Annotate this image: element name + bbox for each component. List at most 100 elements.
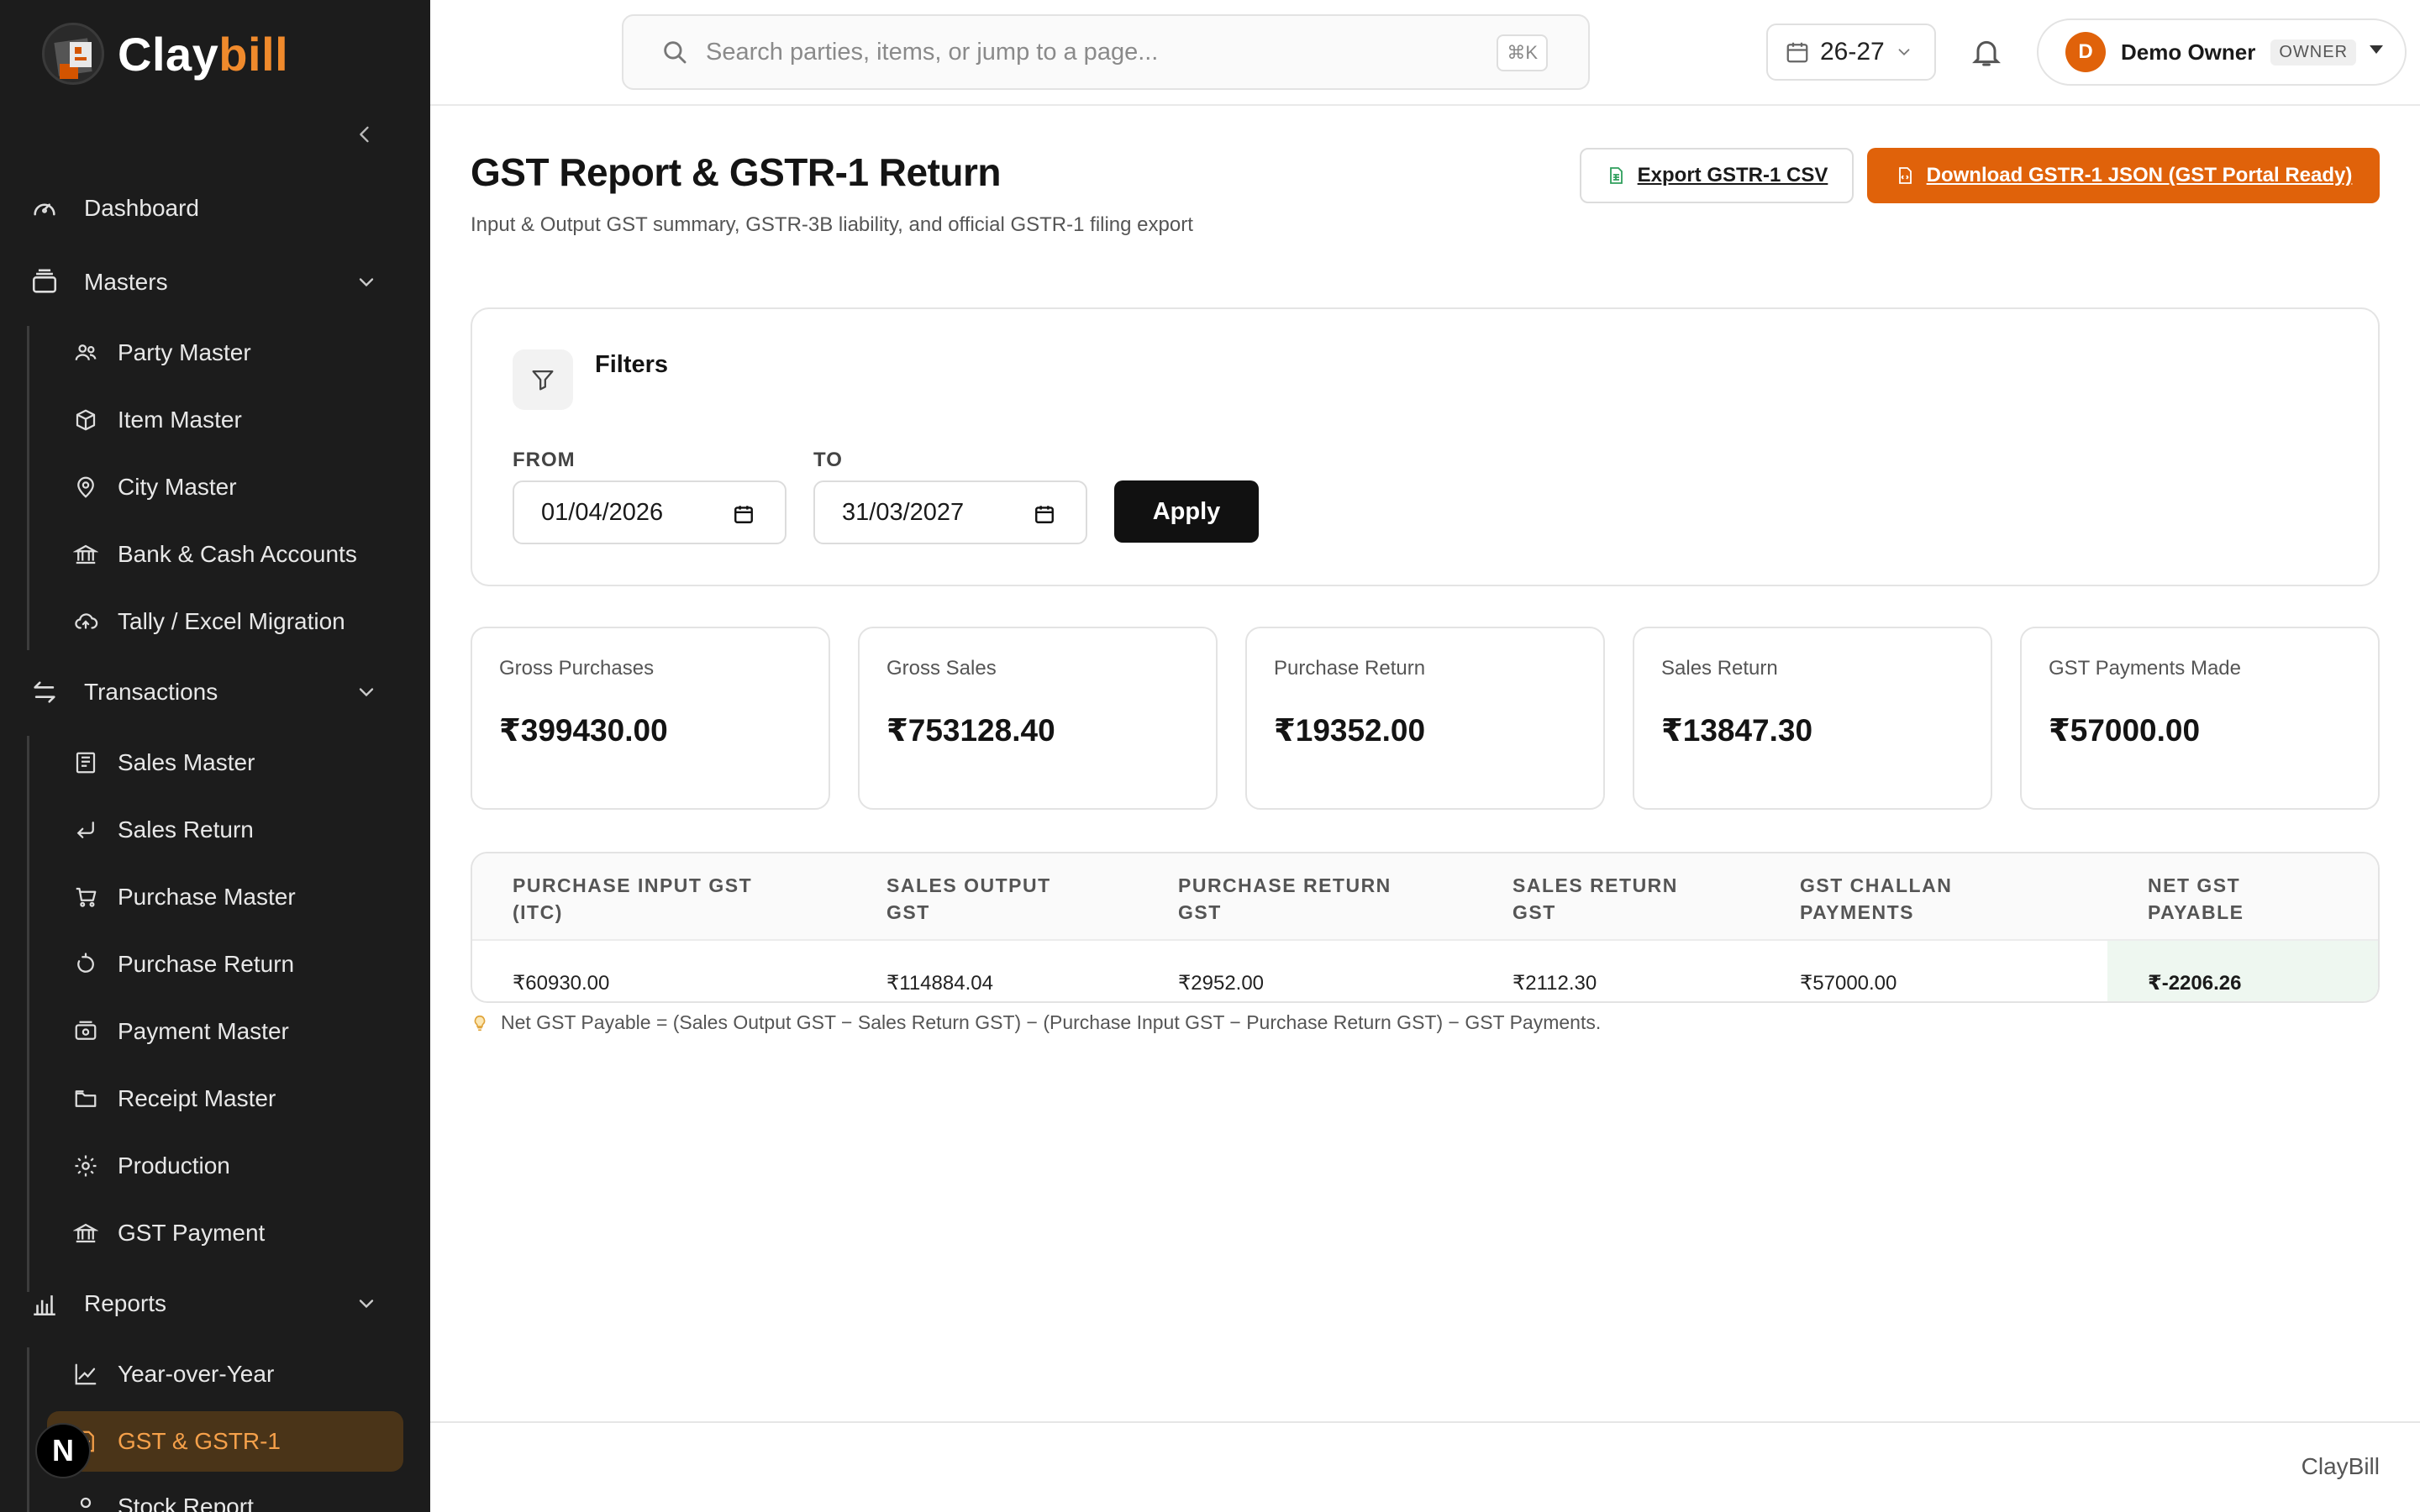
- sidebar-item-label: City Master: [118, 474, 237, 500]
- brand-name: Claybill: [118, 27, 288, 81]
- header-line: GST CHALLAN: [1800, 874, 1953, 896]
- sidebar-group-reports[interactable]: Reports: [30, 1278, 400, 1329]
- sidebar-item-city-master[interactable]: City Master: [60, 462, 397, 512]
- chevron-down-icon: [359, 278, 374, 287]
- sidebar-item-label: GST Payment: [118, 1220, 266, 1246]
- nav-rail: [27, 736, 29, 1292]
- export-gstr1-csv-button[interactable]: Export GSTR-1 CSV: [1580, 148, 1854, 203]
- sidebar-item-label: Dashboard: [84, 195, 199, 221]
- card-value: ₹753128.40: [886, 713, 1055, 748]
- card-label: GST Payments Made: [2049, 657, 2241, 680]
- card-value: ₹399430.00: [499, 713, 668, 748]
- user-menu[interactable]: D Demo Owner OWNER: [2037, 18, 2407, 86]
- dev-tools-badge[interactable]: N: [35, 1423, 91, 1478]
- chevron-down-icon: [1898, 49, 1910, 56]
- sidebar-group-transactions[interactable]: Transactions: [30, 667, 400, 717]
- sidebar-item-tally-migration[interactable]: Tally / Excel Migration: [60, 596, 397, 647]
- summary-card-gst-payments: GST Payments Made ₹57000.00: [2020, 627, 2380, 810]
- header-line: PAYABLE: [2148, 901, 2244, 923]
- column-header: NET GST PAYABLE: [2148, 872, 2244, 926]
- sidebar-item-party-master[interactable]: Party Master: [60, 328, 397, 378]
- header-line: PURCHASE RETURN: [1178, 874, 1392, 896]
- export-csv-label: Export GSTR-1 CSV: [1637, 164, 1828, 186]
- chevron-down-icon: [359, 688, 374, 697]
- fiscal-year-value: 26-27: [1820, 38, 1885, 66]
- arrows-swap-icon: [30, 674, 67, 711]
- table-cell: ₹2952.00: [1178, 972, 1265, 995]
- sidebar-item-sales-master[interactable]: Sales Master: [60, 738, 397, 788]
- sidebar: Claybill Dashboard Masters Party Master …: [0, 0, 430, 1512]
- net-gst-payable-value: ₹-2206.26: [2148, 972, 2242, 995]
- sidebar-item-label: Production: [118, 1152, 230, 1179]
- sidebar-item-label: GST & GSTR-1: [118, 1428, 281, 1454]
- brand-name-part1: Clay: [118, 27, 219, 81]
- table-cell: ₹57000.00: [1800, 972, 1897, 995]
- sidebar-item-label: Sales Master: [118, 749, 255, 775]
- header-line: PURCHASE INPUT GST: [513, 874, 753, 896]
- search-input[interactable]: [706, 38, 1496, 66]
- claybill-logo-icon: [42, 23, 104, 85]
- summary-card-gross-purchases: Gross Purchases ₹399430.00: [471, 627, 830, 810]
- brand[interactable]: Claybill: [42, 22, 288, 86]
- sidebar-item-label: Bank & Cash Accounts: [118, 541, 357, 567]
- chevron-down-icon: [359, 1299, 374, 1309]
- dev-tools-badge-letter: N: [52, 1433, 74, 1467]
- from-date-input[interactable]: 01/04/2026: [513, 480, 786, 544]
- card-label: Purchase Return: [1274, 657, 1426, 680]
- summary-card-gross-sales: Gross Sales ₹753128.40: [858, 627, 1218, 810]
- sidebar-item-label: Item Master: [118, 407, 242, 433]
- formula-text: Net GST Payable = (Sales Output GST − Sa…: [501, 1011, 1602, 1033]
- sidebar-item-item-master[interactable]: Item Master: [60, 395, 397, 445]
- sidebar-item-year-over-year[interactable]: Year-over-Year: [60, 1349, 397, 1399]
- sidebar-item-production[interactable]: Production: [60, 1141, 397, 1191]
- sidebar-item-dashboard[interactable]: Dashboard: [30, 183, 400, 234]
- card-label: Sales Return: [1661, 657, 1778, 680]
- json-file-icon: [1898, 167, 1912, 184]
- sidebar-item-stock-report[interactable]: Stock Report: [60, 1482, 397, 1512]
- map-pin-icon: [69, 470, 103, 504]
- sidebar-group-masters[interactable]: Masters: [30, 257, 400, 307]
- fiscal-year-selector[interactable]: 26-27: [1766, 24, 1936, 81]
- sidebar-item-gst-gstr1[interactable]: GST & GSTR-1: [47, 1411, 403, 1472]
- header-line: GST: [886, 901, 930, 923]
- gear-icon: [69, 1149, 103, 1183]
- avatar: D: [2065, 32, 2106, 72]
- to-date-value: 31/03/2027: [842, 498, 965, 526]
- bell-icon[interactable]: [1970, 35, 2003, 69]
- box-icon: [69, 403, 103, 437]
- card-value: ₹13847.30: [1661, 713, 1813, 748]
- summary-card-purchase-return: Purchase Return ₹19352.00: [1245, 627, 1605, 810]
- sidebar-item-purchase-return[interactable]: Purchase Return: [60, 939, 397, 990]
- table-header: [472, 853, 2378, 941]
- bank-icon: [69, 1216, 103, 1250]
- to-date-input[interactable]: 31/03/2027: [813, 480, 1087, 544]
- sidebar-item-bank-cash[interactable]: Bank & Cash Accounts: [60, 529, 397, 580]
- calendar-icon[interactable]: [1034, 502, 1055, 526]
- table-cell: ₹114884.04: [886, 972, 993, 995]
- sidebar-item-receipt-master[interactable]: Receipt Master: [60, 1074, 397, 1124]
- sidebar-item-gst-payment[interactable]: GST Payment: [60, 1208, 397, 1258]
- sidebar-item-label: Tally / Excel Migration: [118, 608, 345, 634]
- collapse-sidebar-button[interactable]: [350, 119, 380, 150]
- sidebar-item-purchase-master[interactable]: Purchase Master: [60, 872, 397, 922]
- card-value: ₹19352.00: [1274, 713, 1426, 748]
- search-box[interactable]: ⌘K: [622, 14, 1590, 90]
- column-header: PURCHASE INPUT GST (ITC): [513, 872, 752, 926]
- topbar: ⌘K 26-27 D Demo Owner OWNER: [430, 0, 2420, 106]
- gst-summary-table: PURCHASE INPUT GST (ITC) SALES OUTPUT GST …: [471, 852, 2380, 1003]
- calendar-icon[interactable]: [733, 502, 755, 526]
- folder-icon: [69, 1082, 103, 1116]
- download-gstr1-json-button[interactable]: Download GSTR-1 JSON (GST Portal Ready): [1867, 148, 2380, 203]
- apply-button[interactable]: Apply: [1114, 480, 1259, 543]
- footer: ClayBill: [430, 1421, 2420, 1512]
- header-line: GST: [1178, 901, 1222, 923]
- filters-panel: Filters FROM 01/04/2026 TO 31/03/2027 Ap…: [471, 307, 2380, 586]
- sidebar-item-sales-return[interactable]: Sales Return: [60, 805, 397, 855]
- footer-brand: ClayBill: [2301, 1453, 2380, 1479]
- wallet-icon: [69, 1015, 103, 1048]
- nav-rail: [27, 326, 29, 650]
- calendar-icon: [1786, 42, 1808, 63]
- card-label: Gross Purchases: [499, 657, 655, 680]
- bank-icon: [69, 538, 103, 571]
- sidebar-item-payment-master[interactable]: Payment Master: [60, 1006, 397, 1057]
